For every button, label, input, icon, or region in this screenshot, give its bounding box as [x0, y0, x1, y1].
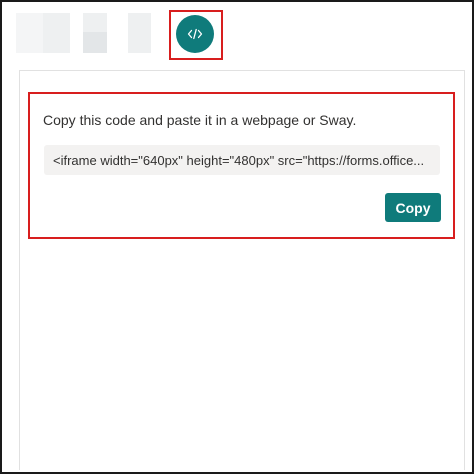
embed-code-text: <iframe width="640px" height="480px" src…: [53, 152, 425, 168]
copy-button[interactable]: Copy: [385, 193, 441, 222]
embed-button[interactable]: [176, 15, 214, 53]
qr-code-icon[interactable]: [83, 13, 107, 53]
link-icon[interactable]: [16, 13, 70, 53]
embed-code-icon: [187, 27, 203, 41]
embed-code-field[interactable]: <iframe width="640px" height="480px" src…: [44, 145, 440, 175]
email-icon[interactable]: [128, 13, 151, 53]
embed-instruction: Copy this code and paste it in a webpage…: [43, 112, 357, 128]
window-frame: Copy this code and paste it in a webpage…: [0, 0, 474, 474]
